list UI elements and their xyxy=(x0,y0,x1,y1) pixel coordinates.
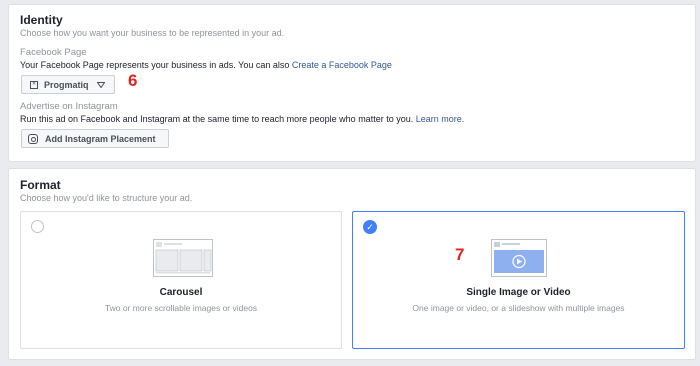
format-option-single-image-or-video[interactable]: ✓ 7 Single Image or Video One image or v… xyxy=(352,211,685,349)
single-image-illustration xyxy=(491,239,547,277)
format-option-carousel[interactable]: Carousel Two or more scrollable images o… xyxy=(20,211,342,349)
check-icon[interactable]: ✓ xyxy=(363,220,377,234)
facebook-page-description: Your Facebook Page represents your busin… xyxy=(20,60,392,70)
learn-more-link[interactable]: Learn more. xyxy=(416,114,465,124)
facebook-page-description-text: Your Facebook Page represents your busin… xyxy=(20,60,292,70)
page-icon: ✕ xyxy=(30,80,38,89)
format-section: Format Choose how you'd like to structur… xyxy=(8,168,696,360)
format-title: Format xyxy=(20,178,61,192)
identity-section: Identity Choose how you want your busine… xyxy=(8,4,696,162)
add-instagram-placement-button[interactable]: Add Instagram Placement xyxy=(21,129,169,148)
instagram-description: Run this ad on Facebook and Instagram at… xyxy=(20,114,464,124)
identity-subtitle: Choose how you want your business to be … xyxy=(20,28,285,38)
instagram-description-text: Run this ad on Facebook and Instagram at… xyxy=(20,114,416,124)
instagram-label: Advertise on Instagram xyxy=(20,101,118,112)
step-annotation-6: 6 xyxy=(128,71,138,90)
add-instagram-placement-label: Add Instagram Placement xyxy=(45,133,156,144)
facebook-page-dropdown[interactable]: ✕ Progmatiq xyxy=(21,75,115,94)
identity-title: Identity xyxy=(20,13,63,27)
selected-page-name: Progmatiq xyxy=(44,79,89,90)
facebook-page-label: Facebook Page xyxy=(20,47,87,58)
carousel-description: Two or more scrollable images or videos xyxy=(104,303,258,313)
carousel-illustration xyxy=(153,239,213,277)
step-annotation-7: 7 xyxy=(455,245,465,264)
format-subtitle: Choose how you'd like to structure your … xyxy=(20,193,193,203)
instagram-icon xyxy=(28,133,38,144)
single-image-description: One image or video, or a slideshow with … xyxy=(412,303,625,313)
carousel-radio[interactable] xyxy=(31,220,44,233)
single-image-title: Single Image or Video xyxy=(466,287,571,298)
carousel-title: Carousel xyxy=(159,287,203,298)
caret-down-icon xyxy=(96,81,105,88)
create-facebook-page-link[interactable]: Create a Facebook Page xyxy=(292,60,392,70)
